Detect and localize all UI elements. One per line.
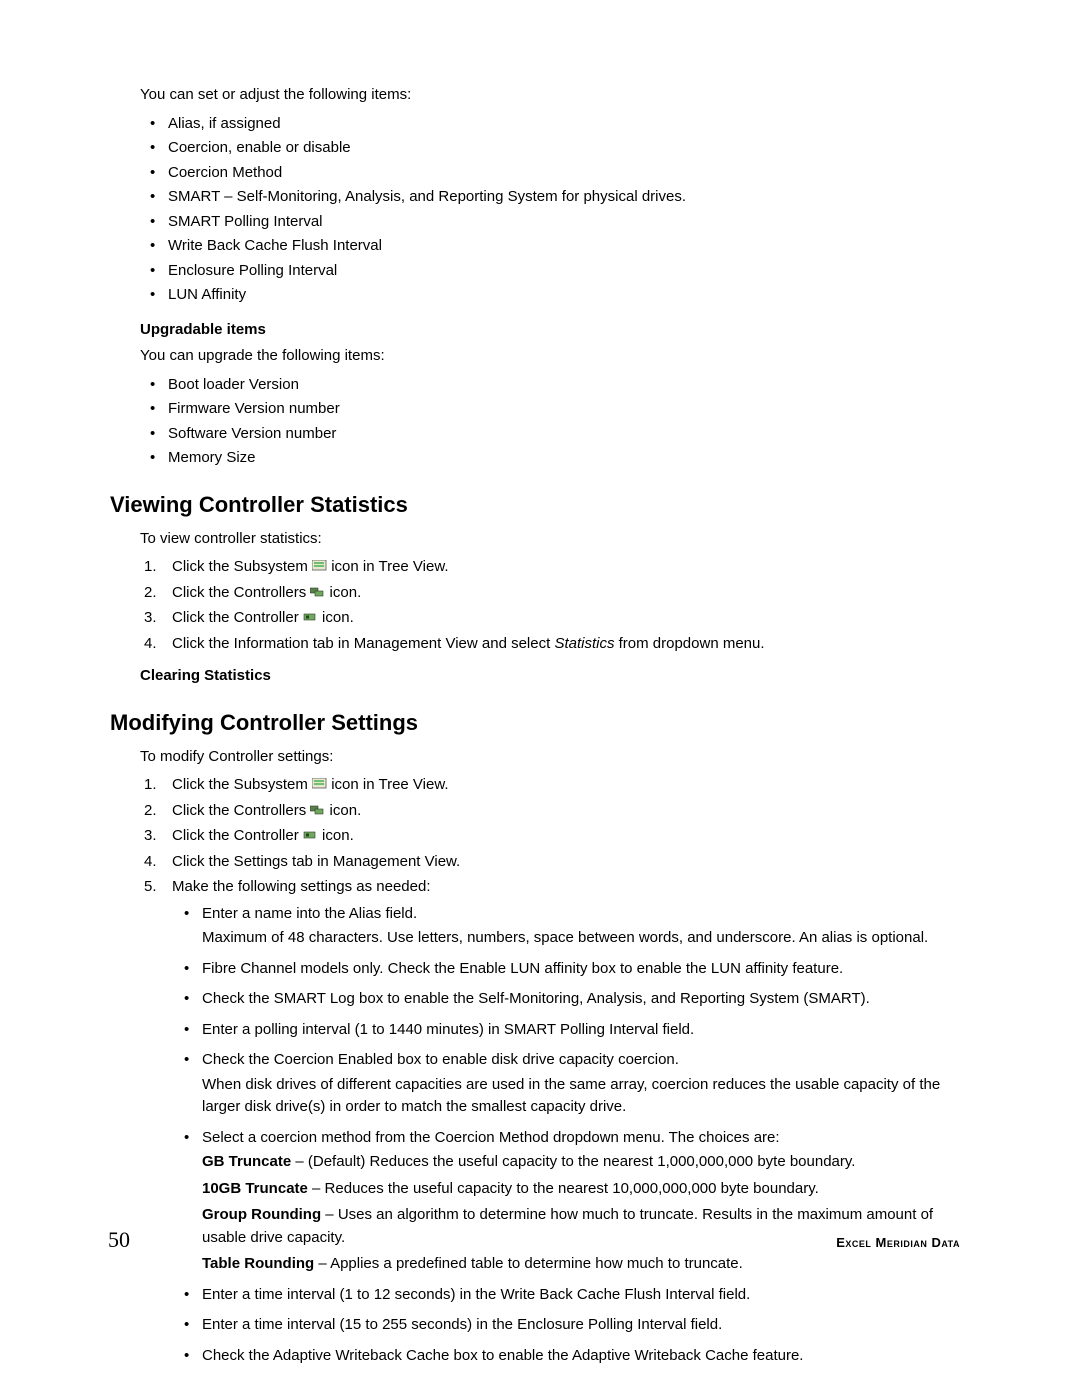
sub-item: Enter a name into the Alias field. Maxim… (172, 903, 970, 950)
list-item: Memory Size (140, 447, 970, 470)
modify-heading: Modifying Controller Settings (110, 710, 970, 736)
controller-icon (303, 829, 318, 841)
step-text: Click the Subsystem (172, 776, 312, 793)
step-text: Click the Controller (172, 609, 303, 626)
step: Click the Settings tab in Management Vie… (140, 851, 970, 874)
list-item: Coercion, enable or disable (140, 137, 970, 160)
sub-text: Select a coercion method from the Coerci… (202, 1127, 970, 1150)
option-desc: – Applies a predefined table to determin… (314, 1255, 743, 1272)
method-option: GB Truncate – (Default) Reduces the usef… (202, 1151, 970, 1174)
modify-steps: Click the Subsystem icon in Tree View. C… (140, 774, 970, 1367)
step-text: icon in Tree View. (327, 558, 448, 575)
adjustable-intro: You can set or adjust the following item… (140, 84, 970, 107)
step-text: icon. (325, 802, 361, 819)
sub-note: Maximum of 48 characters. Use letters, n… (202, 927, 970, 950)
body-column: You can set or adjust the following item… (140, 84, 970, 470)
step-text: Make the following settings as needed: (172, 878, 431, 895)
upgradable-list: Boot loader Version Firmware Version num… (140, 374, 970, 470)
sub-note: When disk drives of different capacities… (202, 1074, 970, 1119)
list-item: Enclosure Polling Interval (140, 260, 970, 283)
step: Click the Information tab in Management … (140, 633, 970, 656)
upgradable-heading: Upgradable items (140, 319, 970, 342)
step-text: Click the Information tab in Management … (172, 635, 554, 652)
settings-sublist: Enter a name into the Alias field. Maxim… (172, 903, 970, 1368)
viewing-heading: Viewing Controller Statistics (110, 492, 970, 518)
italic-text: Statistics (554, 635, 614, 652)
upgradable-intro: You can upgrade the following items: (140, 345, 970, 368)
step-text: Click the Controller (172, 827, 303, 844)
option-name: GB Truncate (202, 1153, 291, 1170)
step-text: Click the Controllers (172, 584, 310, 601)
step: Click the Subsystem icon in Tree View. (140, 556, 970, 579)
sub-text: Enter a name into the Alias field. (202, 903, 970, 926)
option-name: Table Rounding (202, 1255, 314, 1272)
option-name: Group Rounding (202, 1206, 321, 1223)
step-text: icon in Tree View. (327, 776, 448, 793)
sub-item: Enter a polling interval (1 to 1440 minu… (172, 1019, 970, 1042)
step-text: icon. (325, 584, 361, 601)
list-item: LUN Affinity (140, 284, 970, 307)
modify-section: To modify Controller settings: Click the… (140, 746, 970, 1368)
list-item: Alias, if assigned (140, 113, 970, 136)
method-option: Table Rounding – Applies a predefined ta… (202, 1253, 970, 1276)
step: Click the Controller icon. (140, 825, 970, 848)
sub-item: Enter a time interval (15 to 255 seconds… (172, 1314, 970, 1337)
controller-icon (303, 611, 318, 623)
step-text: Click the Subsystem (172, 558, 312, 575)
subsystem-icon (312, 778, 327, 790)
sub-item: Enter a time interval (1 to 12 seconds) … (172, 1284, 970, 1307)
adjustable-list: Alias, if assigned Coercion, enable or d… (140, 113, 970, 307)
page-number: 50 (108, 1227, 130, 1253)
step: Click the Controllers icon. (140, 582, 970, 605)
viewing-section: To view controller statistics: Click the… (140, 528, 970, 688)
controllers-icon (310, 586, 325, 598)
sub-text: Check the Coercion Enabled box to enable… (202, 1049, 970, 1072)
step: Click the Controllers icon. (140, 800, 970, 823)
sub-item: Check the Adaptive Writeback Cache box t… (172, 1345, 970, 1368)
list-item: Coercion Method (140, 162, 970, 185)
list-item: Software Version number (140, 423, 970, 446)
list-item: Firmware Version number (140, 398, 970, 421)
footer: 50 Excel Meridian Data (108, 1227, 960, 1253)
list-item: Write Back Cache Flush Interval (140, 235, 970, 258)
step-text: icon. (318, 609, 354, 626)
list-item: Boot loader Version (140, 374, 970, 397)
list-item: SMART Polling Interval (140, 211, 970, 234)
step: Click the Subsystem icon in Tree View. (140, 774, 970, 797)
method-option: 10GB Truncate – Reduces the useful capac… (202, 1178, 970, 1201)
step-text: icon. (318, 827, 354, 844)
option-desc: – Reduces the useful capacity to the nea… (308, 1180, 819, 1197)
controllers-icon (310, 804, 325, 816)
sub-item: Fibre Channel models only. Check the Ena… (172, 958, 970, 981)
sub-item: Select a coercion method from the Coerci… (172, 1127, 970, 1276)
viewing-steps: Click the Subsystem icon in Tree View. C… (140, 556, 970, 655)
step: Click the Controller icon. (140, 607, 970, 630)
viewing-intro: To view controller statistics: (140, 528, 970, 551)
page: You can set or adjust the following item… (0, 0, 1080, 1397)
option-desc: – (Default) Reduces the useful capacity … (291, 1153, 855, 1170)
clearing-heading: Clearing Statistics (140, 665, 970, 688)
subsystem-icon (312, 560, 327, 572)
footer-brand: Excel Meridian Data (836, 1235, 960, 1250)
step: Make the following settings as needed: E… (140, 876, 970, 1367)
modify-intro: To modify Controller settings: (140, 746, 970, 769)
sub-item: Check the SMART Log box to enable the Se… (172, 988, 970, 1011)
list-item: SMART – Self-Monitoring, Analysis, and R… (140, 186, 970, 209)
step-text: from dropdown menu. (614, 635, 764, 652)
option-name: 10GB Truncate (202, 1180, 308, 1197)
step-text: Click the Controllers (172, 802, 310, 819)
sub-item: Check the Coercion Enabled box to enable… (172, 1049, 970, 1119)
